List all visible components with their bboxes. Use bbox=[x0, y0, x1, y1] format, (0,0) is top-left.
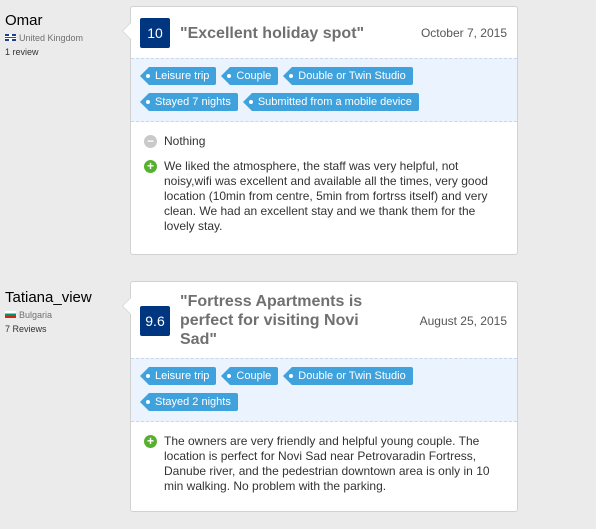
review-positive-text: The owners are very friendly and helpful… bbox=[164, 434, 490, 493]
review-card: 10 "Excellent holiday spot" October 7, 2… bbox=[122, 6, 518, 255]
reviewer-country: Bulgaria bbox=[5, 310, 92, 321]
review-date: August 25, 2015 bbox=[419, 314, 507, 328]
review-negative-text: Nothing bbox=[164, 134, 206, 148]
tag-room-type: Double or Twin Studio bbox=[283, 367, 413, 385]
reviewer-info: Omar United Kingdom 1 review bbox=[5, 12, 83, 58]
reviewer-country-label: United Kingdom bbox=[19, 33, 84, 43]
reviewer-name[interactable]: Omar bbox=[5, 12, 83, 30]
reviewer-country: United Kingdom bbox=[5, 33, 83, 44]
review-score-badge: 10 bbox=[140, 18, 170, 48]
review-header: 10 "Excellent holiday spot" October 7, 2… bbox=[131, 7, 517, 58]
tag-trip-type: Leisure trip bbox=[139, 367, 217, 385]
reviewer-review-count[interactable]: 1 review bbox=[5, 47, 83, 58]
review-positive: + The owners are very friendly and helpf… bbox=[144, 434, 501, 494]
review-card: 9.6 "Fortress Apartments is perfect for … bbox=[122, 281, 518, 512]
plus-circle-icon: + bbox=[144, 160, 157, 173]
reviewer-info: Tatiana_view Bulgaria 7 Reviews bbox=[5, 289, 92, 335]
tag-traveler-type: Couple bbox=[221, 367, 279, 385]
review-positive-text: We liked the atmosphere, the staff was v… bbox=[164, 159, 488, 233]
minus-circle-icon: − bbox=[144, 135, 157, 148]
review-title: "Fortress Apartments is perfect for visi… bbox=[180, 293, 363, 348]
review-tags: Leisure trip Couple Double or Twin Studio S… bbox=[131, 358, 517, 422]
tag-stay-length: Stayed 2 nights bbox=[140, 393, 238, 411]
review-title: "Excellent holiday spot" bbox=[180, 25, 365, 42]
uk-flag-icon bbox=[5, 34, 16, 41]
tag-stay-length: Stayed 7 nights bbox=[140, 93, 238, 111]
tag-trip-type: Leisure trip bbox=[139, 67, 217, 85]
tag-room-type: Double or Twin Studio bbox=[283, 67, 413, 85]
tag-traveler-type: Couple bbox=[221, 67, 279, 85]
review-score-badge: 9.6 bbox=[140, 306, 170, 336]
review-header: 9.6 "Fortress Apartments is perfect for … bbox=[131, 282, 517, 358]
review-body: + The owners are very friendly and helpf… bbox=[131, 422, 517, 504]
review-date: October 7, 2015 bbox=[420, 26, 507, 40]
review-positive: + We liked the atmosphere, the staff was… bbox=[144, 159, 501, 234]
reviewer-country-label: Bulgaria bbox=[19, 310, 53, 320]
tag-mobile-submission: Submitted from a mobile device bbox=[242, 93, 419, 111]
reviewer-review-count[interactable]: 7 Reviews bbox=[5, 324, 92, 335]
reviewer-name[interactable]: Tatiana_view bbox=[5, 289, 92, 307]
review-body: − Nothing + We liked the atmosphere, the… bbox=[131, 122, 517, 244]
bulgaria-flag-icon bbox=[5, 311, 16, 318]
plus-circle-icon: + bbox=[144, 435, 157, 448]
review-tags: Leisure trip Couple Double or Twin Studio S… bbox=[131, 58, 517, 122]
review-negative: − Nothing bbox=[144, 134, 501, 149]
